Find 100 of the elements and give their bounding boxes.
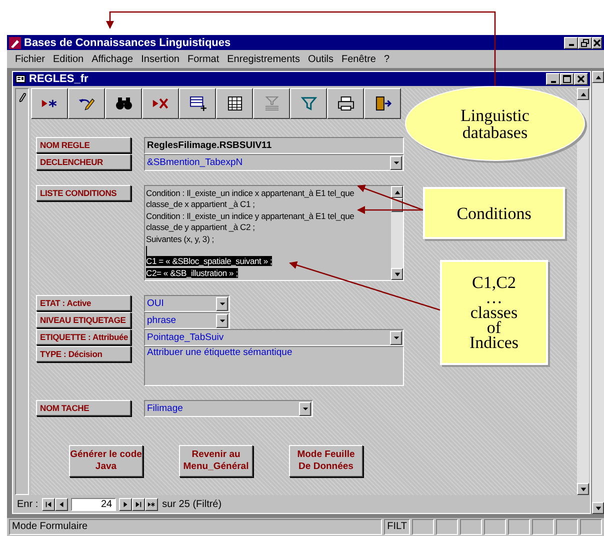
up-arrow-icon [594,74,602,80]
previous-icon [58,500,66,508]
menu-item[interactable]: Insertion [141,54,180,64]
last-icon [135,500,142,508]
status-text: Mode Formulaire [9,519,382,535]
toolbar-button[interactable] [216,88,253,119]
toolbar-button[interactable] [290,88,327,119]
up-arrow-icon [394,188,400,196]
field-label: ETAT : Active [36,295,131,311]
scrollbar[interactable] [577,88,589,495]
condition-line: classe_de x appartient _à C1 ; [146,199,255,210]
form-button[interactable]: Mode Feuille De Données [289,445,363,477]
record-count: sur 25 (Filtré) [162,498,222,510]
dropdown-field[interactable]: Filimage [144,400,313,417]
field-label: DECLENCHEUR [36,154,131,170]
datasheet-icon [226,96,244,111]
minimize-icon [568,44,574,46]
dropdown-field[interactable]: Pointage_TabSuiv [144,329,404,346]
record-selector[interactable] [15,88,29,495]
down-arrow-icon [580,486,586,492]
menu-item[interactable]: Enregistrements [227,54,300,64]
menu-item[interactable]: Affichage [92,54,134,64]
form-button[interactable]: Générer le code Java [69,445,143,477]
status-indicator: FILT [384,519,410,535]
dropdown-arrow-icon [218,317,226,324]
scrollbar[interactable] [391,186,403,280]
restore-button[interactable] [578,36,592,48]
close-button[interactable] [574,73,588,85]
dropdown-arrow-icon [392,159,400,166]
up-arrow-icon [580,90,586,98]
scrollbar[interactable] [592,71,604,514]
key-icon [9,36,21,48]
field-label: TYPE : Décision [36,346,131,362]
form-title: REGLES_fr [29,73,88,85]
menu-item[interactable]: Edition [53,54,84,64]
maximize-button[interactable] [560,73,574,85]
toolbar-button[interactable] [105,88,142,119]
next-record-button[interactable] [119,498,132,510]
delete-record-icon [152,96,170,111]
binoculars-icon [114,96,132,111]
toolbar-button[interactable] [142,88,179,119]
field-label: NOM REGLE [36,137,131,153]
pencil-icon [18,93,26,102]
close-icon [593,38,601,46]
close-button[interactable] [592,36,602,48]
field-label: NOM TACHE [36,400,131,416]
dropdown-field[interactable]: phrase [144,312,230,329]
first-icon [45,500,52,508]
undo-pencil-icon [78,96,96,111]
toolbar-button[interactable] [253,88,290,119]
field-label: NIVEAU ETIQUETAGE [36,312,131,328]
minimize-button[interactable] [546,73,560,85]
toolbar-button[interactable] [31,88,68,119]
first-record-button[interactable] [42,498,56,510]
menu-item[interactable]: Outils [308,54,334,64]
text-field[interactable]: ReglesFilimage.RSBSUIV11 [144,137,404,154]
down-arrow-icon [394,270,400,278]
filter-icon [300,96,318,111]
text-area[interactable]: Attribuer une étiquette sémantique [144,346,404,386]
toolbar-button[interactable] [68,88,105,119]
dropdown-field[interactable]: &SBmention_TabexpN [144,154,404,171]
form-button[interactable]: Revenir au Menu_Général [179,445,253,477]
new-record-button[interactable] [145,498,158,510]
minimize-button[interactable] [564,36,578,48]
record-label: Enr : [17,498,38,510]
dropdown-arrow-icon [302,405,308,412]
condition-line: Condition : Il_existe_un indice y appartenant_à E1 tel_que [146,210,354,221]
form-icon [15,74,26,84]
dropdown-field[interactable]: OUI [144,295,230,312]
toolbar-button[interactable] [364,88,401,119]
window-title: Bases de Connaissances Linguistiques [24,36,231,48]
record-number-field[interactable]: 24 [71,498,116,510]
field-label: ETIQUETTE : Attribuée [36,329,131,345]
down-arrow-icon [594,504,602,512]
condition-line: Suivantes (x, y, 3) ; [146,234,214,244]
callout: Conditions [423,187,565,239]
add-row-icon [188,96,206,111]
menu-item[interactable]: Fenêtre [342,54,376,64]
toolbar-button[interactable] [179,88,216,119]
printer-icon [336,96,354,111]
new-record-icon [148,500,156,508]
exit-door-icon [374,96,392,111]
field-label: LISTE CONDITIONS [36,185,131,201]
filter-form-icon [262,96,280,111]
dropdown-arrow-icon [218,300,226,307]
condition-line: Condition : Il_existe_un indice x appartenant_à E1 tel_que [146,188,354,198]
text-cursor [146,246,147,256]
dropdown-arrow-icon [392,334,400,341]
menu-item[interactable]: Fichier [15,54,46,64]
conditions-field[interactable] [144,185,404,281]
last-record-button[interactable] [132,498,146,510]
toolbar-button[interactable] [327,88,364,119]
previous-record-button[interactable] [55,498,68,510]
condition-line: classe_de y appartient _à C2 ; [146,222,255,232]
menu-item[interactable]: ? [384,54,390,64]
close-icon [577,75,585,83]
callout: C1,C2 … classes of Indices [440,260,548,365]
restore-icon [581,38,589,46]
minimize-icon [550,80,556,82]
menu-item[interactable]: Format [187,54,220,64]
